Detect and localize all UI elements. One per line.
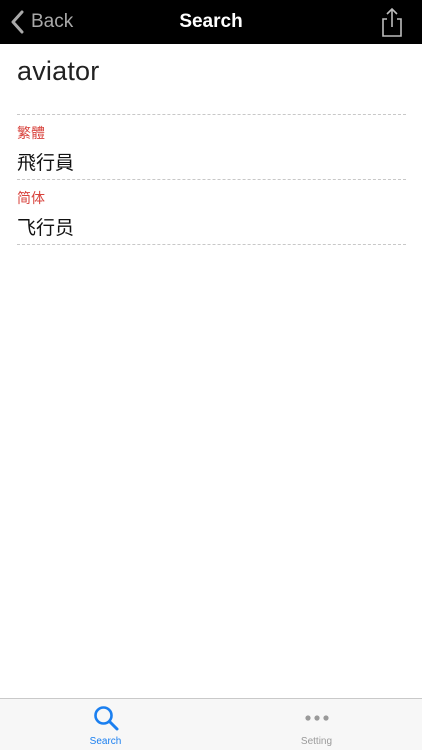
search-icon [92, 704, 120, 732]
tab-bar: Search Setting [0, 698, 422, 750]
more-icon [303, 704, 331, 732]
tab-search[interactable]: Search [0, 699, 211, 750]
share-button[interactable] [380, 6, 404, 38]
section-label-simplified: 简体 [17, 191, 45, 207]
divider [17, 244, 406, 245]
divider [17, 179, 406, 180]
section-value-simplified: 飞行员 [17, 217, 75, 239]
tab-setting-label: Setting [300, 736, 333, 747]
divider [17, 114, 406, 115]
screen: Back Search aviator 繁體 飛行員 简体 飞行员 Search… [0, 0, 422, 750]
search-term: aviator [17, 56, 100, 86]
page-title: Search [179, 11, 243, 32]
navigation-bar: Back Search [0, 0, 422, 44]
tab-setting[interactable]: Setting [211, 699, 422, 750]
section-label-traditional: 繁體 [17, 126, 45, 142]
tab-search-label: Search [89, 736, 122, 747]
share-icon [382, 7, 402, 37]
section-value-traditional: 飛行員 [17, 152, 75, 174]
